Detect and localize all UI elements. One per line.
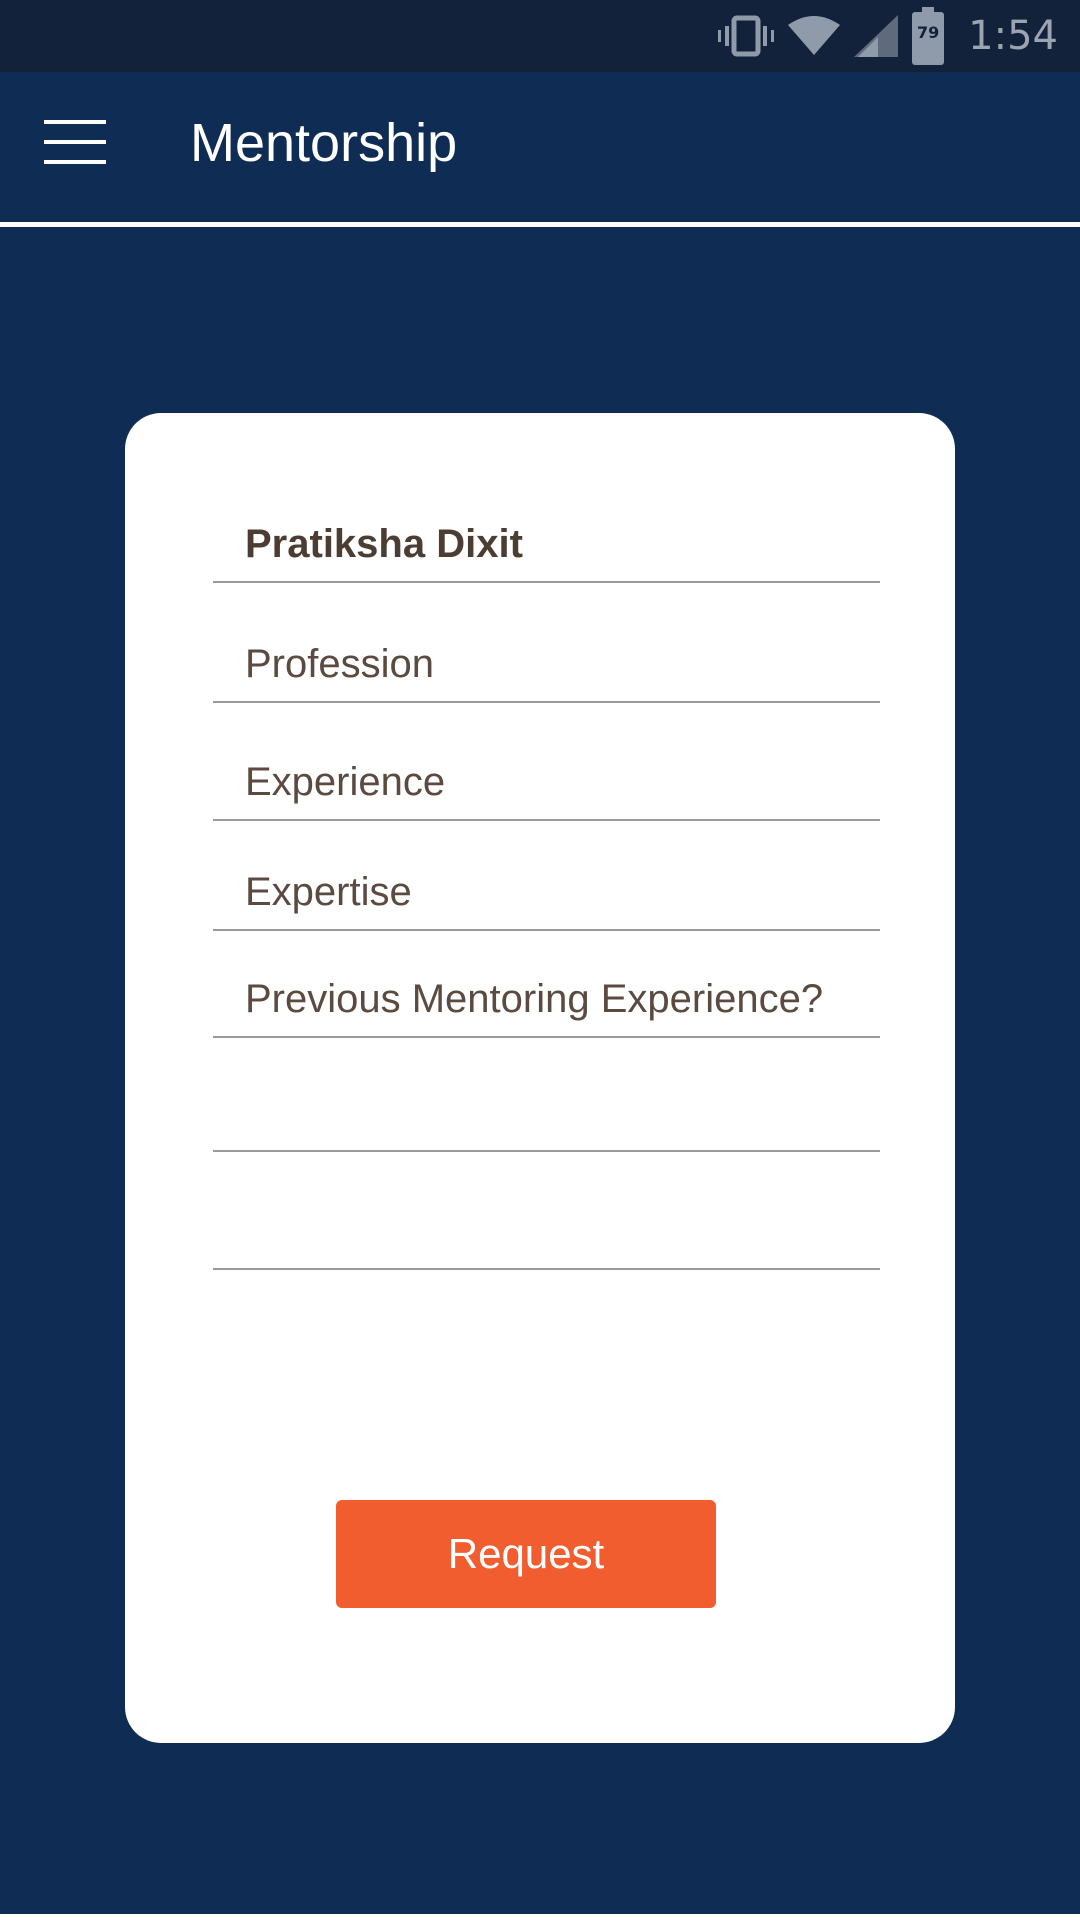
page-title: Mentorship [190, 113, 458, 173]
profession-field-placeholder: Profession [245, 642, 434, 686]
app-bar: Mentorship [0, 72, 1080, 222]
battery-level-text: 79 [917, 23, 940, 42]
cell-signal-icon [854, 15, 899, 57]
extra-field-1[interactable] [213, 1038, 880, 1152]
experience-field[interactable]: Experience [213, 703, 880, 821]
app-bar-divider [0, 222, 1080, 227]
request-button[interactable]: Request [336, 1500, 716, 1608]
wifi-icon [788, 15, 841, 57]
experience-field-placeholder: Experience [245, 760, 446, 804]
name-field-value: Pratiksha Dixit [245, 522, 523, 566]
bottom-strip [0, 1914, 1080, 1920]
status-time: 1:54 [968, 13, 1058, 59]
battery-icon: 79 [912, 7, 945, 65]
expertise-field-placeholder: Expertise [245, 870, 412, 914]
expertise-field[interactable]: Expertise [213, 821, 880, 931]
status-bar: 79 1:54 [0, 0, 1080, 72]
mentorship-request-card: Pratiksha Dixit Profession Experience Ex… [125, 413, 955, 1743]
menu-button[interactable] [30, 110, 120, 178]
previous-mentoring-field[interactable]: Previous Mentoring Experience? [213, 931, 880, 1038]
extra-field-2[interactable] [213, 1152, 880, 1270]
vibrate-icon [718, 14, 775, 58]
previous-mentoring-field-placeholder: Previous Mentoring Experience? [245, 977, 824, 1021]
profession-field[interactable]: Profession [213, 583, 880, 703]
hamburger-menu-icon [42, 117, 108, 172]
status-icons: 79 1:54 [718, 0, 1058, 72]
name-field[interactable]: Pratiksha Dixit [213, 483, 880, 583]
